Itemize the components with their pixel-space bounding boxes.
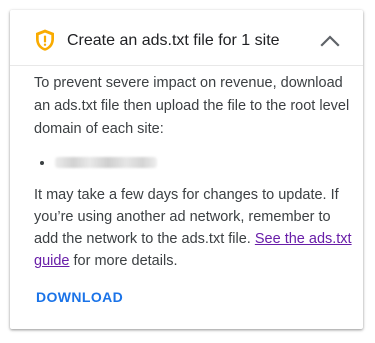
card-header[interactable]: Create an ads.txt file for 1 site bbox=[10, 10, 363, 66]
card-title: Create an ads.txt file for 1 site bbox=[67, 32, 280, 49]
ads-txt-card: Create an ads.txt file for 1 site To pre… bbox=[10, 10, 363, 329]
info-text-suffix: for more details. bbox=[73, 253, 178, 269]
chevron-up-icon[interactable] bbox=[319, 31, 341, 49]
header-divider bbox=[10, 65, 363, 66]
bullet-icon bbox=[40, 161, 44, 165]
redacted-site-domain bbox=[55, 157, 157, 168]
download-button[interactable]: DOWNLOAD bbox=[36, 289, 123, 305]
shield-warning-icon bbox=[36, 29, 54, 51]
info-text: It may take a few days for changes to up… bbox=[34, 184, 356, 272]
intro-text: To prevent severe impact on revenue, dow… bbox=[34, 75, 350, 137]
